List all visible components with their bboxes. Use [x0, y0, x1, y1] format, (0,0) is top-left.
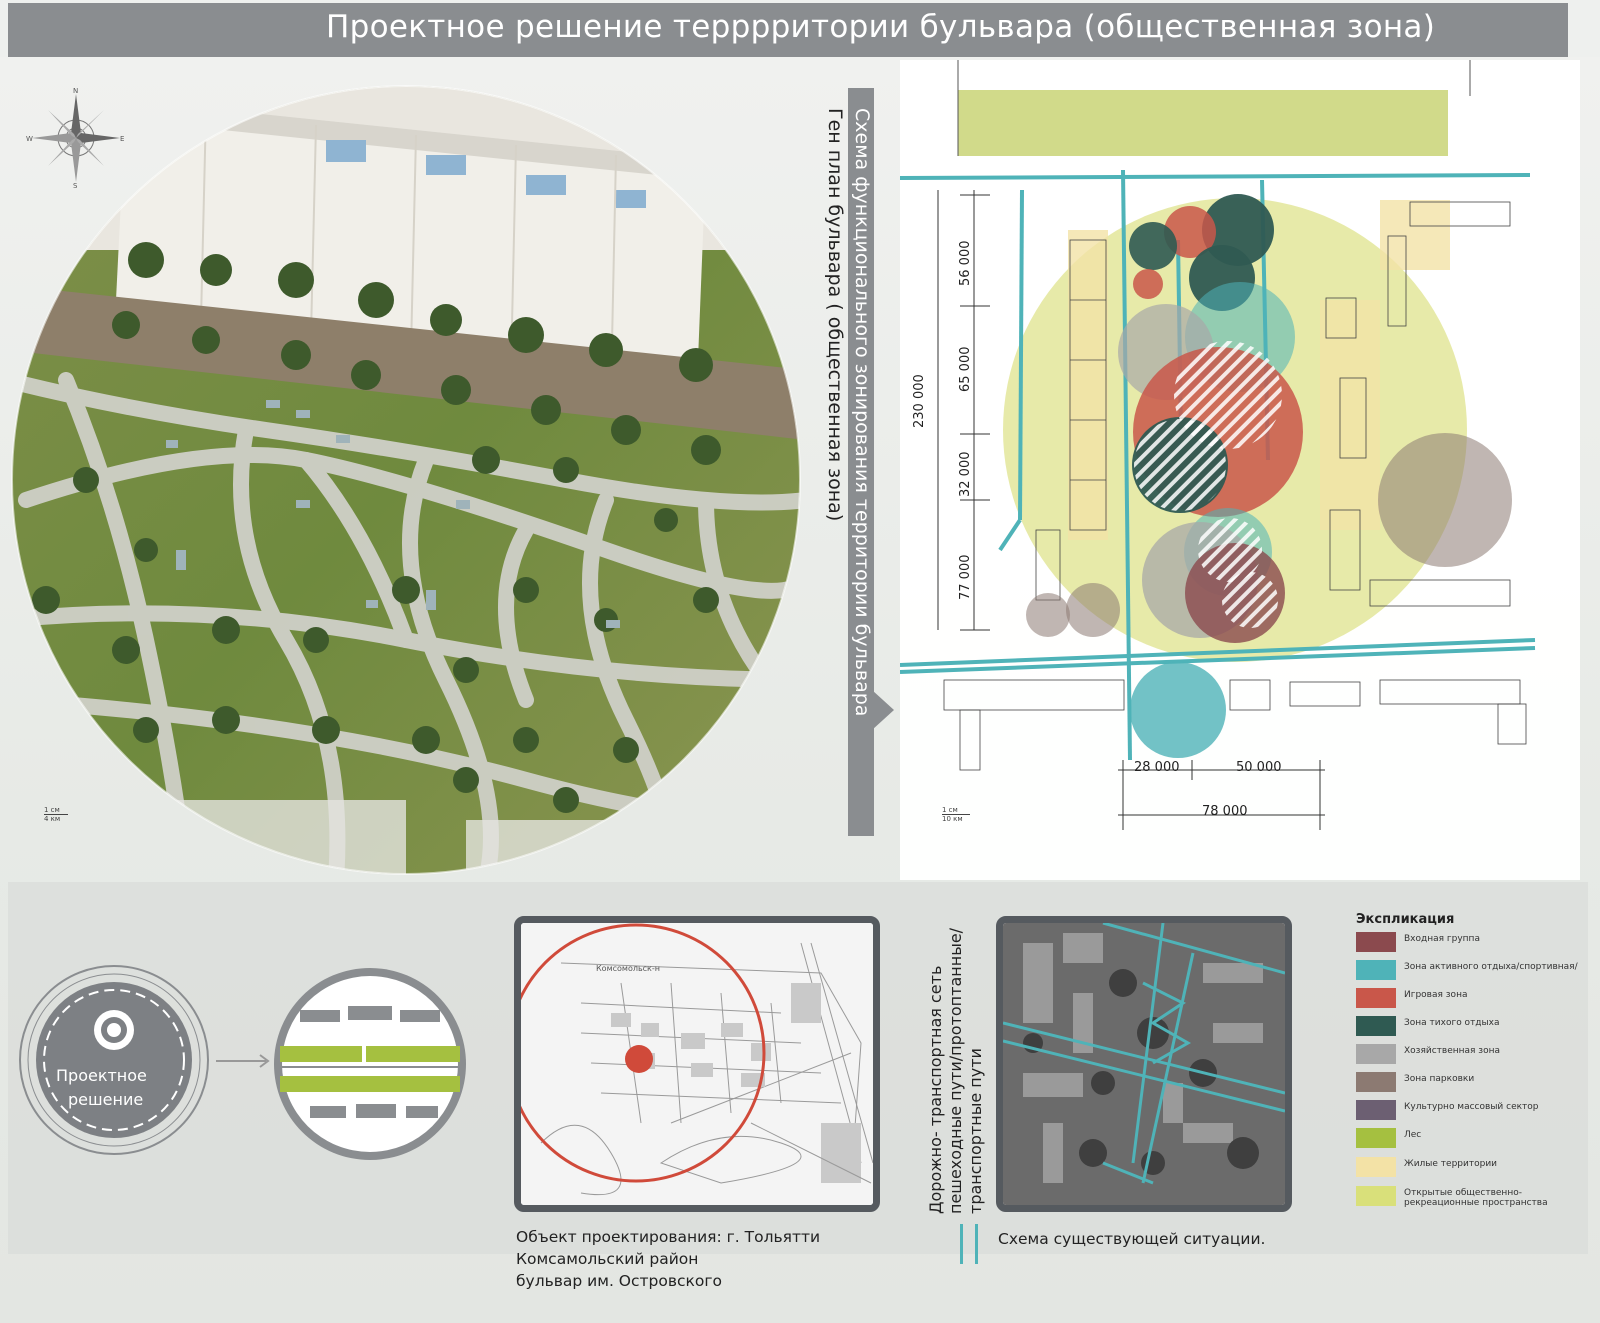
- legend-label: Открытые общественно-рекреационные прост…: [1404, 1188, 1548, 1208]
- legend-swatch: [1356, 1128, 1396, 1148]
- legend-item: Культурно массовый сектор: [1356, 1100, 1596, 1122]
- legend-item: Лес: [1356, 1128, 1596, 1150]
- scale-left-bottom: 4 км: [44, 815, 61, 823]
- scale-bar-left: 1 см 4 км: [44, 806, 68, 823]
- legend-swatch: [1356, 1072, 1396, 1092]
- location-caption-line1: Объект проектирования: г. Тольятти: [516, 1228, 821, 1246]
- gen-plan-label: Ген план бульвара ( общественная зона): [824, 108, 846, 522]
- legend-swatch: [1356, 1016, 1396, 1036]
- arrow-right-icon: [872, 690, 894, 730]
- scale-left-top: 1 см: [44, 806, 60, 814]
- legend-item: Игровая зона: [1356, 988, 1596, 1010]
- dim-v1: 56 000: [958, 240, 973, 287]
- legend-item: Зона парковки: [1356, 1072, 1596, 1094]
- legend-label: Хозяйственная зона: [1404, 1046, 1501, 1056]
- scale-right-top: 1 см: [942, 806, 958, 814]
- arrow-right-icon: [216, 1054, 270, 1068]
- legend-item: Хозяйственная зона: [1356, 1044, 1596, 1066]
- zoning-plan: [900, 60, 1536, 830]
- scale-bar-right: 1 см 10 км: [942, 806, 970, 823]
- legend-label: Жилые территории: [1404, 1159, 1498, 1169]
- legend-swatch: [1356, 960, 1396, 980]
- map-label: Комсомольск-н: [596, 964, 660, 973]
- legend-item: Входная группа: [1356, 932, 1596, 954]
- legend-item: Зона тихого отдыха: [1356, 1016, 1596, 1038]
- legend-label: Лес: [1404, 1130, 1422, 1140]
- road-network-label-1: Дорожно- транспортная сеть: [926, 965, 945, 1214]
- location-map-frame: Комсомольск-н: [514, 916, 880, 1212]
- road-network-label-2: пешеходные пути/протоптанные/: [946, 927, 965, 1214]
- legend-item: Открытые общественно-рекреационные прост…: [1356, 1186, 1596, 1208]
- legend-label: Игровая зона: [1404, 990, 1468, 1000]
- header-bar: Проектное решение терррритории бульвара …: [8, 3, 1568, 57]
- legend-item: Зона активного отдыха/спортивная/: [1356, 960, 1596, 982]
- section-diagram: [274, 968, 466, 1160]
- legend-swatch: [1356, 932, 1396, 952]
- existing-situation-frame: [996, 916, 1292, 1212]
- location-caption-line3: бульвар им. Островского: [516, 1272, 722, 1290]
- road-network-label-3: транспортные пути: [966, 1048, 985, 1214]
- scale-right-bottom: 10 км: [942, 815, 963, 823]
- dim-total-horizontal: 78 000: [1202, 804, 1248, 819]
- dim-v3: 32 000: [958, 451, 973, 498]
- page-title: Проектное решение терррритории бульвара …: [326, 9, 1436, 45]
- legend-swatch: [1356, 1157, 1396, 1177]
- legend-swatch: [1356, 988, 1396, 1008]
- dim-v2: 65 000: [958, 346, 973, 393]
- aerial-masterplan: [11, 85, 801, 875]
- road-legend-mark: [960, 1224, 978, 1264]
- legend-label: Зона тихого отдыха: [1404, 1018, 1500, 1028]
- dim-total-vertical: 230 000: [912, 374, 927, 428]
- legend-label: Культурно массовый сектор: [1404, 1102, 1539, 1112]
- location-map: Комсомольск-н: [521, 923, 873, 1205]
- badge-line1: Проектное: [56, 1066, 147, 1085]
- badge-line2: решение: [68, 1090, 144, 1109]
- legend-swatch: [1356, 1100, 1396, 1120]
- legend-title: Экспликация: [1356, 912, 1455, 927]
- existing-situation-photo: [1003, 923, 1285, 1205]
- legend-label: Входная группа: [1404, 934, 1480, 944]
- legend-swatch: [1356, 1186, 1396, 1206]
- legend-item: Жилые территории: [1356, 1157, 1596, 1179]
- existing-caption: Схема существующей ситуации.: [998, 1230, 1266, 1248]
- legend-swatch: [1356, 1044, 1396, 1064]
- dim-h1: 28 000: [1134, 760, 1180, 775]
- project-badge: [19, 965, 209, 1155]
- dim-h2: 50 000: [1236, 760, 1282, 775]
- legend-label: Зона активного отдыха/спортивная/: [1404, 962, 1578, 972]
- location-caption-line2: Комсамольский район: [516, 1250, 699, 1268]
- zoning-label: Схема функционального зонирования террит…: [851, 108, 873, 717]
- legend-label: Зона парковки: [1404, 1074, 1475, 1084]
- dim-v4: 77 000: [958, 554, 973, 601]
